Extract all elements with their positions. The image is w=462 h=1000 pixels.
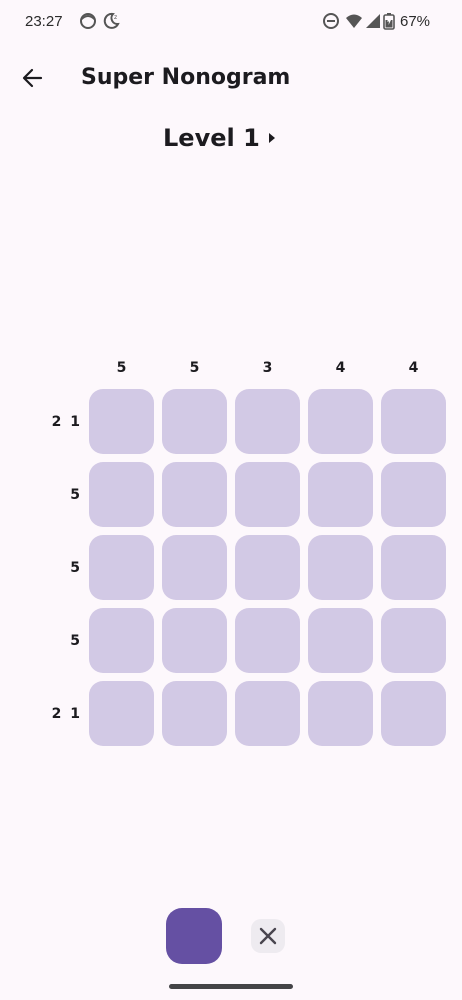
grid-cell-r4-c3[interactable] <box>235 608 300 673</box>
dnd-icon <box>323 13 339 29</box>
grid-cell-r1-c2[interactable] <box>162 389 227 454</box>
back-button[interactable] <box>14 60 50 96</box>
cross-mode-button[interactable] <box>251 919 285 953</box>
row-clue-3: 5 <box>70 560 82 576</box>
status-bar: 23:27 z 67% <box>0 0 462 44</box>
moon-icon: z <box>103 12 120 29</box>
grid-cell-r3-c4[interactable] <box>308 535 373 600</box>
nonogram-screen: 23:27 z 67% Super Nonogram Level 1 5 5 3… <box>0 0 462 1000</box>
level-title: Level 1 <box>163 124 260 152</box>
row-clue-2: 5 <box>70 487 82 503</box>
grid-cell-r1-c5[interactable] <box>381 389 446 454</box>
column-clue-1: 5 <box>116 360 127 376</box>
grid-cell-r2-c3[interactable] <box>235 462 300 527</box>
wifi-icon <box>346 14 362 28</box>
grid-cell-r1-c4[interactable] <box>308 389 373 454</box>
close-icon <box>259 927 277 945</box>
grid-cell-r5-c4[interactable] <box>308 681 373 746</box>
grid-cell-r4-c2[interactable] <box>162 608 227 673</box>
arrow-left-icon <box>22 68 43 88</box>
fill-mode-button[interactable] <box>166 908 222 964</box>
grid-cell-r1-c1[interactable] <box>89 389 154 454</box>
grid-cell-r5-c3[interactable] <box>235 681 300 746</box>
row-clue-4: 5 <box>70 633 82 649</box>
grid-cell-r3-c2[interactable] <box>162 535 227 600</box>
grid-cell-r5-c2[interactable] <box>162 681 227 746</box>
app-title: Super Nonogram <box>81 65 291 90</box>
row-clue-1: 2 1 <box>51 414 82 430</box>
status-time: 23:27 <box>25 13 63 30</box>
signal-icon <box>366 14 380 28</box>
grid-cell-r2-c5[interactable] <box>381 462 446 527</box>
grid-cell-r5-c5[interactable] <box>381 681 446 746</box>
column-clue-5: 4 <box>408 360 419 376</box>
grid-cell-r3-c1[interactable] <box>89 535 154 600</box>
grid-cell-r4-c4[interactable] <box>308 608 373 673</box>
row-clue-5: 2 1 <box>51 706 82 722</box>
grid-cell-r3-c3[interactable] <box>235 535 300 600</box>
battery-percent: 67% <box>400 13 431 30</box>
grid-cell-r3-c5[interactable] <box>381 535 446 600</box>
triangle-right-icon <box>269 133 275 143</box>
grid-cell-r5-c1[interactable] <box>89 681 154 746</box>
face-icon <box>80 13 96 29</box>
battery-icon <box>383 13 395 30</box>
navigation-handle[interactable] <box>169 984 293 989</box>
grid-cell-r2-c2[interactable] <box>162 462 227 527</box>
svg-text:z: z <box>114 14 117 21</box>
next-level-button[interactable] <box>258 124 286 152</box>
column-clue-3: 3 <box>262 360 273 376</box>
grid-cell-r2-c4[interactable] <box>308 462 373 527</box>
grid-cell-r4-c1[interactable] <box>89 608 154 673</box>
grid-cell-r2-c1[interactable] <box>89 462 154 527</box>
grid-cell-r1-c3[interactable] <box>235 389 300 454</box>
grid-cell-r4-c5[interactable] <box>381 608 446 673</box>
column-clue-2: 5 <box>189 360 200 376</box>
column-clue-4: 4 <box>335 360 346 376</box>
